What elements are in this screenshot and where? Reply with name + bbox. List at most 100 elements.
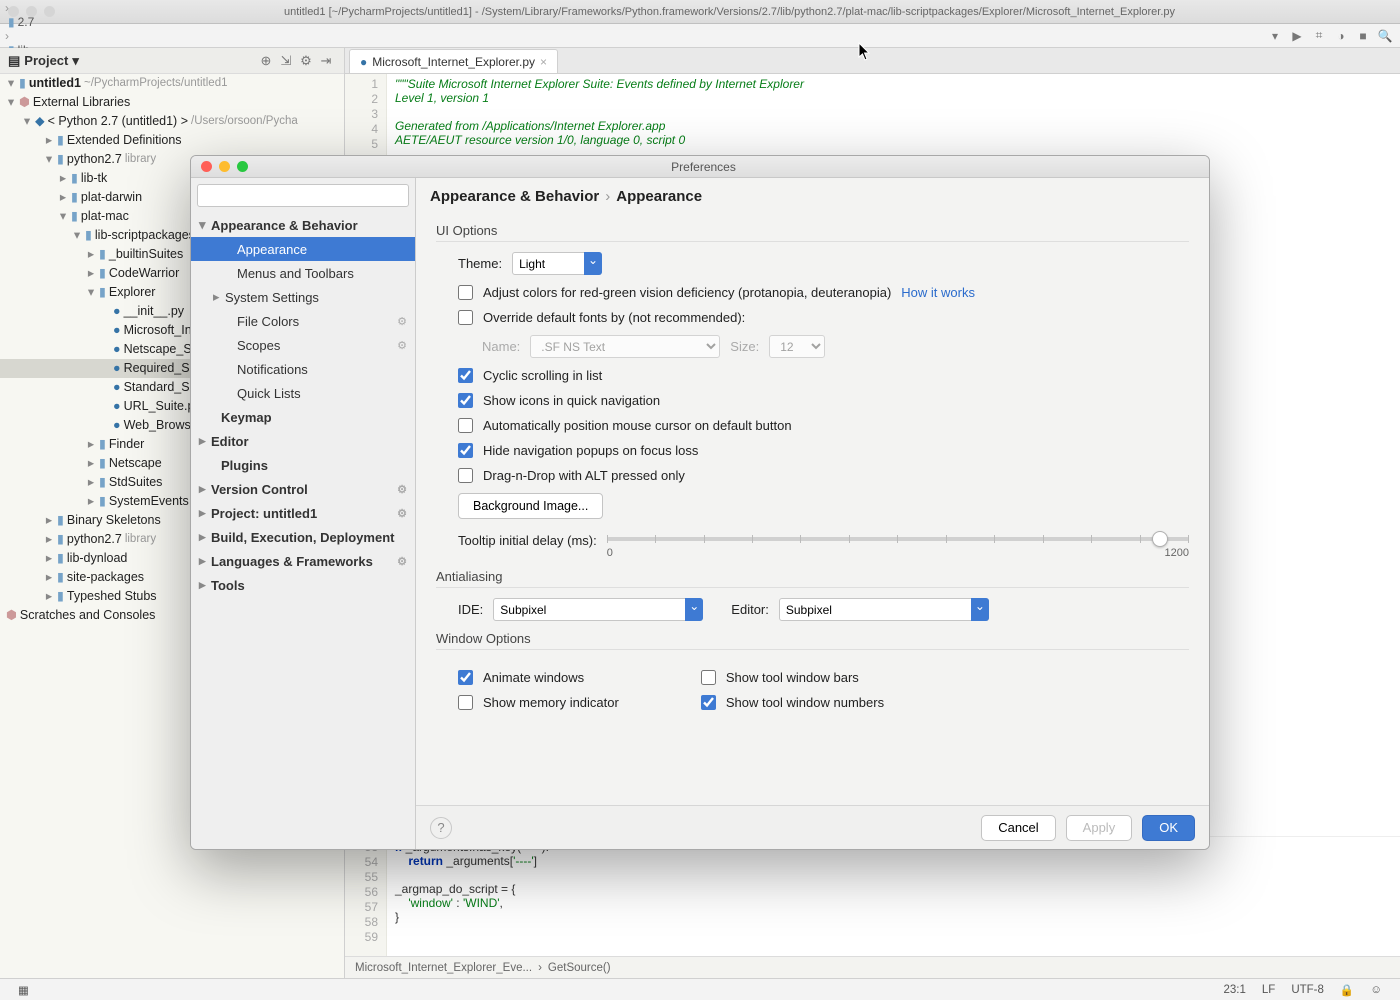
editor-tab[interactable]: ● Microsoft_Internet_Explorer.py × xyxy=(349,49,558,73)
memory-indicator-checkbox[interactable] xyxy=(458,695,473,710)
section-ui-options: UI Options xyxy=(436,223,1189,242)
override-fonts-checkbox[interactable] xyxy=(458,310,473,325)
tooltip-delay-slider[interactable]: 0 1200 xyxy=(607,529,1189,559)
line-separator[interactable]: LF xyxy=(1254,984,1283,996)
inspection-icon[interactable]: ☺ xyxy=(1362,984,1390,996)
cyclic-scrolling-checkbox[interactable] xyxy=(458,368,473,383)
project-header: ▤ Project ▾ ⊕ ⇲ ⚙ ⇥ xyxy=(0,48,344,74)
aa-ide-label: IDE: xyxy=(458,602,483,617)
navigation-bar: ▮ System▮ Library▮ Frameworks▮ Python.fr… xyxy=(0,24,1400,48)
crumb-category: Appearance & Behavior xyxy=(430,188,599,205)
aa-ide-select[interactable]: Subpixel xyxy=(493,598,703,621)
run-button[interactable]: ▶ xyxy=(1286,26,1308,46)
prefs-nav-item[interactable]: Notifications xyxy=(191,357,415,381)
animate-windows-checkbox[interactable] xyxy=(458,670,473,685)
section-window-options: Window Options xyxy=(436,631,1189,650)
minimize-icon[interactable] xyxy=(219,161,230,172)
tool-window-bars-label: Show tool window bars xyxy=(726,670,859,685)
caret-position[interactable]: 23:1 xyxy=(1216,984,1254,996)
font-size-select[interactable]: 12 xyxy=(769,335,825,358)
editor-tabs: ● Microsoft_Internet_Explorer.py × xyxy=(345,48,1400,74)
prefs-nav-item[interactable]: ▸System Settings xyxy=(191,285,415,309)
prefs-nav-item[interactable]: Appearance xyxy=(191,237,415,261)
python-file-icon: ● xyxy=(360,55,367,69)
vision-deficiency-checkbox[interactable] xyxy=(458,285,473,300)
cancel-button[interactable]: Cancel xyxy=(981,815,1055,841)
apply-button[interactable]: Apply xyxy=(1066,815,1133,841)
background-image-button[interactable]: Background Image... xyxy=(458,493,603,519)
stop-button[interactable]: ■ xyxy=(1352,26,1374,46)
prefs-nav-item[interactable]: ▸Tools xyxy=(191,573,415,597)
tree-node[interactable]: ▸▮ Extended Definitions xyxy=(0,131,344,150)
project-tab-icon: ▤ xyxy=(8,53,20,69)
coverage-button[interactable]: ◑ xyxy=(1330,26,1352,46)
aa-editor-select[interactable]: Subpixel xyxy=(779,598,989,621)
how-it-works-link[interactable]: How it works xyxy=(901,285,975,300)
crumb-class[interactable]: Microsoft_Internet_Explorer_Eve... xyxy=(355,962,532,974)
memory-indicator-label: Show memory indicator xyxy=(483,695,619,710)
project-tab-label[interactable]: Project xyxy=(24,53,68,68)
breadcrumb-item[interactable]: ▮ Versions xyxy=(4,0,185,1)
hide-nav-popups-checkbox[interactable] xyxy=(458,443,473,458)
dialog-titlebar: Preferences xyxy=(191,156,1209,178)
preferences-tree[interactable]: ▾Appearance & BehaviorAppearanceMenus an… xyxy=(191,213,415,849)
scroll-from-source-icon[interactable]: ⊕ xyxy=(256,51,276,71)
prefs-nav-item[interactable]: Keymap xyxy=(191,405,415,429)
dnd-alt-checkbox[interactable] xyxy=(458,468,473,483)
font-name-label: Name: xyxy=(482,339,520,354)
close-tab-icon[interactable]: × xyxy=(540,55,547,69)
close-icon[interactable] xyxy=(201,161,212,172)
prefs-nav-item[interactable]: ▸Version Control⚙ xyxy=(191,477,415,501)
status-icon[interactable]: ▦ xyxy=(10,983,37,997)
tab-label: Microsoft_Internet_Explorer.py xyxy=(372,55,535,69)
vision-deficiency-label: Adjust colors for red-green vision defic… xyxy=(483,285,891,300)
debug-button[interactable]: ⌗ xyxy=(1308,26,1330,46)
breadcrumb-item[interactable]: ▮ 2.7 xyxy=(4,15,185,29)
settings-gear-icon[interactable]: ⚙ xyxy=(296,51,316,71)
prefs-nav-item[interactable]: Scopes⚙ xyxy=(191,333,415,357)
file-encoding[interactable]: UTF-8 xyxy=(1283,984,1332,996)
gutter: 53545556575859 xyxy=(345,837,387,956)
source[interactable]: if _arguments.has_key('----'): return _a… xyxy=(387,837,1400,956)
tool-window-numbers-checkbox[interactable] xyxy=(701,695,716,710)
status-bar: ▦ 23:1 LF UTF-8 🔒 ☺ xyxy=(0,978,1400,1000)
tree-node[interactable]: ▾▮ untitled1 ~/PycharmProjects/untitled1 xyxy=(0,74,344,93)
tooltip-delay-label: Tooltip initial delay (ms): xyxy=(458,529,597,548)
zoom-icon[interactable] xyxy=(237,161,248,172)
tool-window-bars-checkbox[interactable] xyxy=(701,670,716,685)
prefs-nav-item[interactable]: File Colors⚙ xyxy=(191,309,415,333)
preferences-search-input[interactable] xyxy=(197,184,409,207)
prefs-nav-item[interactable]: Menus and Toolbars xyxy=(191,261,415,285)
code-editor-bottom[interactable]: 53545556575859 if _arguments.has_key('--… xyxy=(345,836,1400,956)
window-titlebar: untitled1 [~/PycharmProjects/untitled1] … xyxy=(0,0,1400,24)
dnd-alt-label: Drag-n-Drop with ALT pressed only xyxy=(483,468,685,483)
prefs-nav-item[interactable]: ▸Project: untitled1⚙ xyxy=(191,501,415,525)
run-config-dropdown[interactable]: ▾ xyxy=(1264,26,1286,46)
collapse-all-icon[interactable]: ⇲ xyxy=(276,51,296,71)
prefs-nav-item[interactable]: Quick Lists xyxy=(191,381,415,405)
search-everywhere-icon[interactable]: 🔍 xyxy=(1374,26,1396,46)
prefs-nav-item[interactable]: ▸Editor xyxy=(191,429,415,453)
tree-node[interactable]: ▾◆ < Python 2.7 (untitled1) > /Users/ors… xyxy=(0,112,344,131)
crumb-method[interactable]: GetSource() xyxy=(548,962,611,974)
readonly-lock-icon[interactable]: 🔒 xyxy=(1332,983,1362,997)
auto-mouse-checkbox[interactable] xyxy=(458,418,473,433)
window-title: untitled1 [~/PycharmProjects/untitled1] … xyxy=(67,6,1392,18)
prefs-nav-item[interactable]: ▸Languages & Frameworks⚙ xyxy=(191,549,415,573)
prefs-nav-item[interactable]: ▸Build, Execution, Deployment xyxy=(191,525,415,549)
font-size-label: Size: xyxy=(730,339,759,354)
hide-nav-popups-label: Hide navigation popups on focus loss xyxy=(483,443,698,458)
help-button[interactable]: ? xyxy=(430,817,452,839)
quick-nav-icons-checkbox[interactable] xyxy=(458,393,473,408)
font-name-select[interactable]: .SF NS Text xyxy=(530,335,720,358)
tree-node[interactable]: ▾⬢ External Libraries xyxy=(0,93,344,112)
crumb-page: Appearance xyxy=(616,188,702,205)
override-fonts-label: Override default fonts by (not recommend… xyxy=(483,310,745,325)
prefs-nav-item[interactable]: Plugins xyxy=(191,453,415,477)
dialog-footer: ? Cancel Apply OK xyxy=(416,805,1209,849)
prefs-nav-item[interactable]: ▾Appearance & Behavior xyxy=(191,213,415,237)
hide-icon[interactable]: ⇥ xyxy=(316,51,336,71)
quick-nav-icons-label: Show icons in quick navigation xyxy=(483,393,660,408)
ok-button[interactable]: OK xyxy=(1142,815,1195,841)
theme-select[interactable]: Light xyxy=(512,252,602,275)
